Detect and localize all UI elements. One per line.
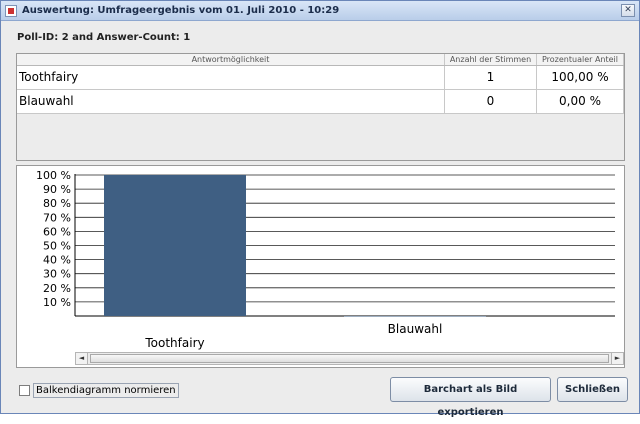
table-header: Antwortmöglichkeit Anzahl der Stimmen Pr… <box>17 54 624 66</box>
window-title: Auswertung: Umfrageergebnis vom 01. Juli… <box>22 5 340 16</box>
window-close-button[interactable]: ✕ <box>621 4 635 17</box>
results-table: Antwortmöglichkeit Anzahl der Stimmen Pr… <box>16 53 625 161</box>
scroll-right-icon[interactable]: ► <box>611 353 623 364</box>
cell-percent[interactable]: 100,00 % <box>537 66 624 89</box>
cell-answer[interactable]: Toothfairy <box>17 66 445 89</box>
title-bar[interactable]: Auswertung: Umfrageergebnis vom 01. Juli… <box>1 1 639 21</box>
chart-horizontal-scrollbar[interactable]: ◄ ► <box>75 352 624 365</box>
bar <box>344 316 486 317</box>
x-category-label: Toothfairy <box>144 336 204 350</box>
close-button[interactable]: Schließen <box>557 377 628 402</box>
cell-answer[interactable]: Blauwahl <box>17 90 445 113</box>
y-tick-label: 80 % <box>43 197 71 210</box>
bar <box>104 175 246 316</box>
table-row[interactable]: Blauwahl 0 0,00 % <box>17 90 624 114</box>
cell-percent[interactable]: 0,00 % <box>537 90 624 113</box>
normalize-checkbox-label[interactable]: Balkendiagramm normieren <box>33 383 179 398</box>
y-tick-label: 50 % <box>43 240 71 253</box>
table-row[interactable]: Toothfairy 1 100,00 % <box>17 66 624 90</box>
y-tick-label: 20 % <box>43 282 71 295</box>
poll-info: Poll-ID: 2 and Answer-Count: 1 <box>17 32 191 43</box>
column-header-votes[interactable]: Anzahl der Stimmen <box>445 54 537 65</box>
y-tick-label: 60 % <box>43 225 71 238</box>
y-tick-label: 10 % <box>43 296 71 309</box>
x-category-label: Blauwahl <box>388 322 443 336</box>
column-header-percent[interactable]: Prozentualer Anteil <box>537 54 624 65</box>
footer-bar: Balkendiagramm normieren Barchart als Bi… <box>1 373 639 418</box>
y-tick-label: 30 % <box>43 268 71 281</box>
scrollbar-thumb[interactable] <box>90 354 609 363</box>
scroll-left-icon[interactable]: ◄ <box>76 353 88 364</box>
poll-result-window: Auswertung: Umfrageergebnis vom 01. Juli… <box>0 0 640 418</box>
cell-votes[interactable]: 1 <box>445 66 537 89</box>
bar-chart: 10 %20 %30 %40 %50 % 60 %70 %80 %90 %100 … <box>36 169 615 350</box>
y-tick-label: 90 % <box>43 183 71 196</box>
export-chart-button[interactable]: Barchart als Bild exportieren <box>390 377 551 418</box>
checkbox-box[interactable] <box>19 385 30 396</box>
cell-votes[interactable]: 0 <box>445 90 537 113</box>
y-tick-label: 70 % <box>43 211 71 224</box>
app-icon <box>5 4 17 17</box>
y-tick-label: 100 % <box>36 169 71 182</box>
bar-chart-panel: 10 % 20 % 30 % 40 % 50 % 60 % 70 % 80 % 90 % 100 … <box>16 165 625 368</box>
column-header-answer[interactable]: Antwortmöglichkeit <box>17 54 445 65</box>
normalize-checkbox[interactable]: Balkendiagramm normieren <box>19 383 179 398</box>
y-tick-label: 40 % <box>43 254 71 267</box>
